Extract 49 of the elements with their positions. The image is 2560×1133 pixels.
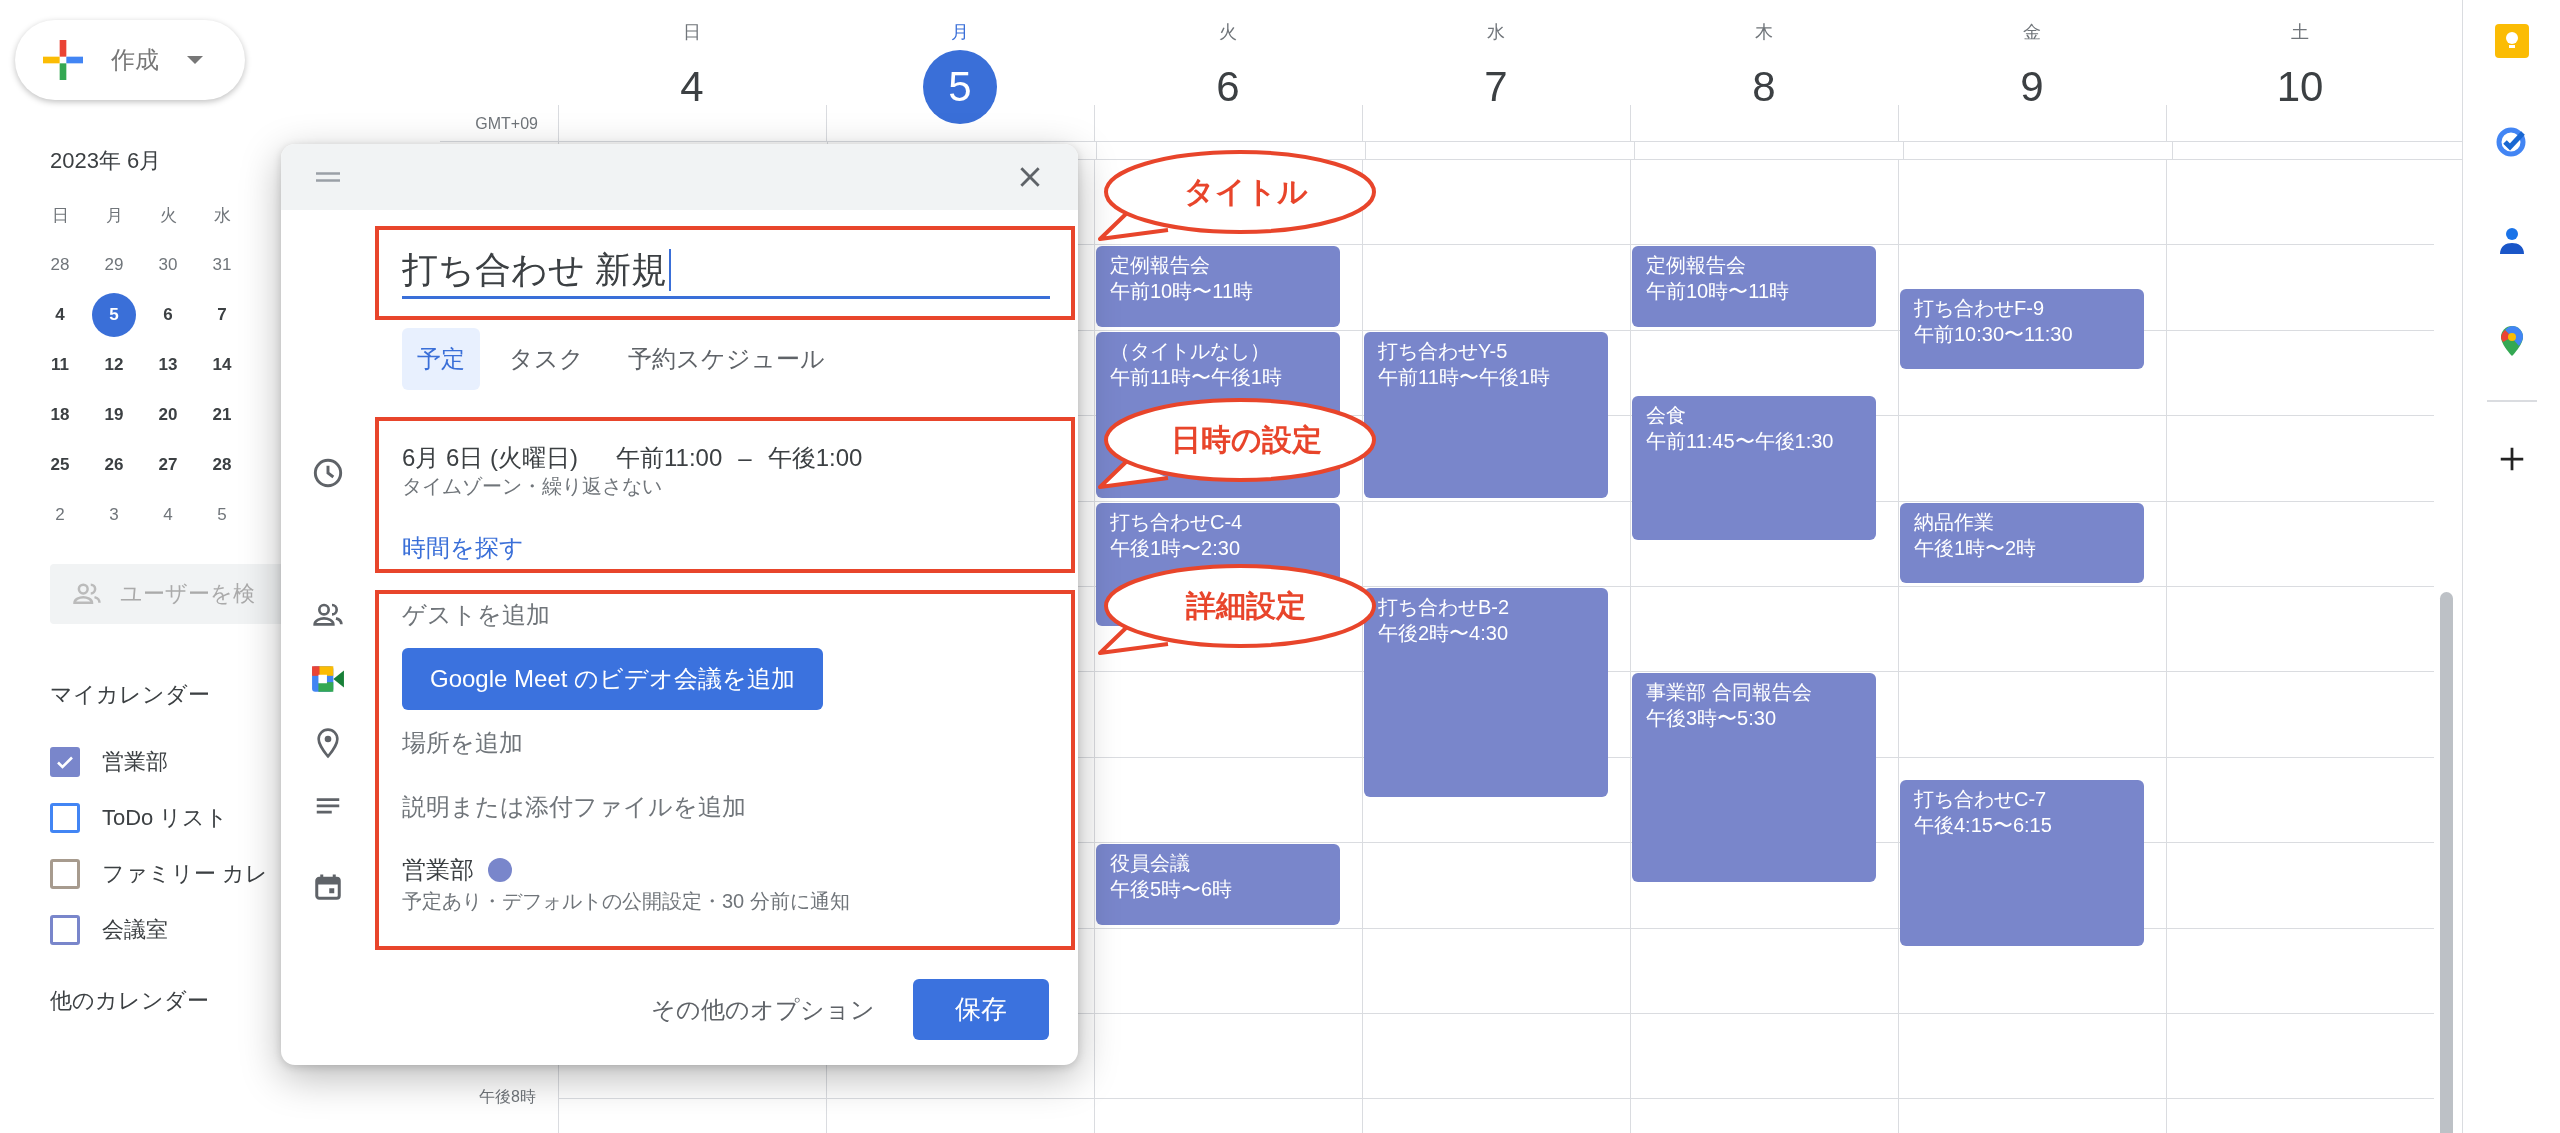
section-title: マイカレンダー — [50, 681, 211, 709]
event-title: 打ち合わせC-4 — [1110, 509, 1244, 535]
callout-tooltip: 詳細設定 — [1098, 562, 1378, 656]
event-time: 午後1時〜2時 — [1914, 535, 2038, 561]
calendar-label: ToDo リスト — [102, 804, 229, 832]
event-title: 会食 — [1646, 402, 1687, 428]
dash: – — [738, 443, 752, 473]
event-time: 午前11時〜午後1時 — [1378, 364, 1551, 390]
weekday-label: 日 — [683, 21, 701, 44]
month-title: 2023年 6月 — [50, 147, 163, 175]
event-time: 午前10:30〜11:30 — [1914, 322, 2074, 348]
event-title: 打ち合わせC-7 — [1914, 787, 2048, 813]
event-title: 打ち合わせB-2 — [1378, 595, 1511, 620]
weekday-label: 木 — [1755, 21, 1773, 44]
event-title: 打ち合わせY-5 — [1378, 338, 1509, 364]
event-time: 午前11:45〜午後1:30 — [1646, 428, 1835, 454]
event-time: 午後5時〜6時 — [1110, 877, 1234, 903]
calendar-label: ファミリー カレ — [102, 860, 269, 888]
event-title: （タイトルなし） — [1110, 338, 1271, 364]
event-title: 定例報告会 — [1646, 253, 1747, 279]
weekday-label: 水 — [212, 204, 232, 227]
event-time: 午後3時〜5:30 — [1646, 706, 1778, 732]
weekday-label: 水 — [1487, 21, 1505, 44]
calendar-details: 予定あり・デフォルトの公開設定・30 分前に通知 — [402, 889, 850, 914]
weekday-label: 日 — [50, 204, 70, 227]
calendar-label: 会議室 — [102, 916, 168, 944]
event-time: 午後2時〜4:30 — [1378, 621, 1510, 646]
event-time: 午前10時〜11時 — [1646, 279, 1790, 305]
weekday-label: 月 — [951, 21, 969, 44]
section-title: 他のカレンダー — [50, 987, 210, 1015]
event-time: 午前10時〜11時 — [1110, 279, 1254, 305]
weekday-label: 金 — [2023, 21, 2041, 44]
weekday-label: 火 — [158, 204, 178, 227]
weekday-label: 月 — [104, 204, 124, 227]
event-title: 打ち合わせF-9 — [1914, 296, 2045, 322]
event-time: 午前11時〜午後1時 — [1110, 364, 1283, 390]
event-title: 納品作業 — [1914, 509, 1995, 535]
callout-tooltip: タイトル — [1098, 148, 1378, 242]
timezone-label: GMT+09 — [475, 115, 538, 133]
event-title: 事業部 合同報告会 — [1646, 680, 1813, 706]
event-title: 定例報告会 — [1110, 253, 1211, 279]
event-time: 午後4:15〜6:15 — [1914, 813, 2053, 839]
callout-tooltip: 日時の設定 — [1098, 396, 1378, 490]
event-title: 役員会議 — [1110, 851, 1191, 877]
weekday-label: 火 — [1219, 21, 1237, 44]
weekday-label: 土 — [2291, 21, 2309, 44]
event-time: 午後1時〜2:30 — [1110, 535, 1242, 561]
calendar-label: 営業部 — [102, 748, 168, 776]
hour-label: 午後8時 — [479, 1087, 536, 1108]
